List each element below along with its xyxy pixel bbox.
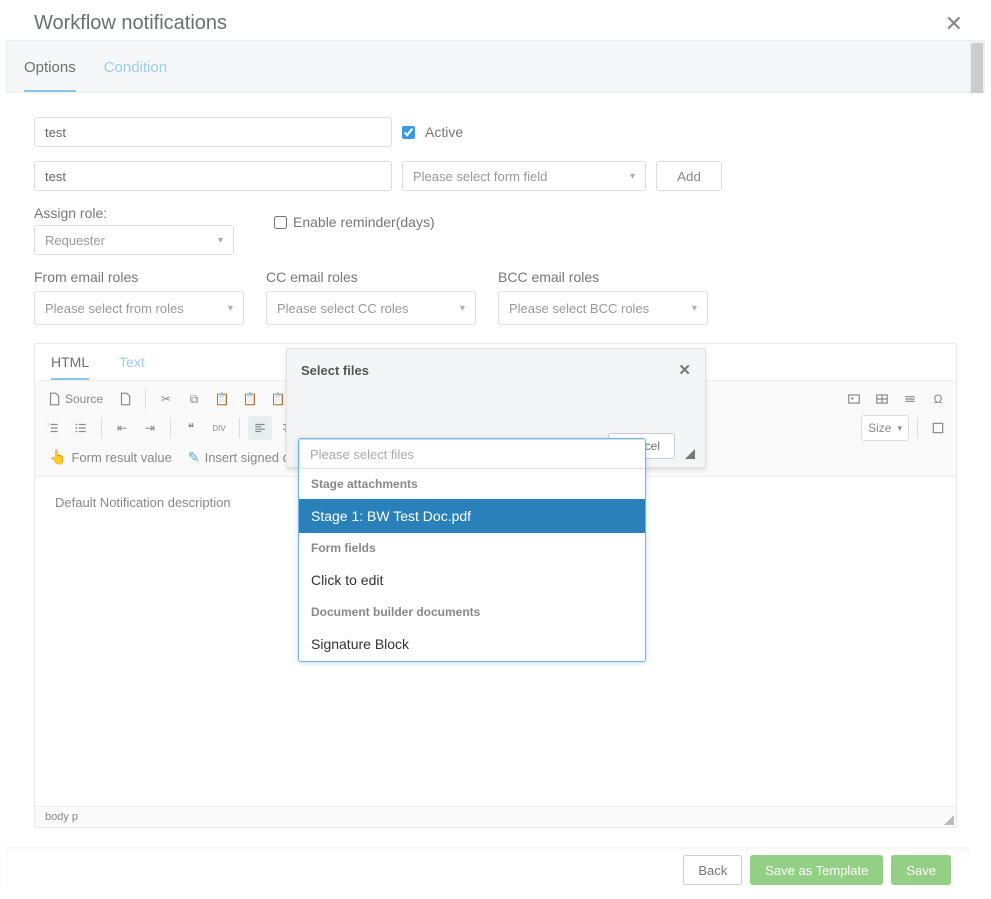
bcc-roles-select[interactable]: Please select BCC roles ▾ — [498, 291, 708, 325]
form-field-placeholder: Please select form field — [413, 169, 547, 184]
assign-role-value: Requester — [45, 233, 105, 248]
cc-roles-label: CC email roles — [266, 269, 476, 285]
assign-role-select[interactable]: Requester ▾ — [34, 225, 234, 255]
bcc-roles-placeholder: Please select BCC roles — [509, 301, 649, 316]
hr-icon[interactable] — [898, 387, 922, 411]
image-icon[interactable] — [842, 387, 866, 411]
assign-role-label: Assign role: — [34, 205, 234, 221]
table-icon[interactable] — [870, 387, 894, 411]
chevron-down-icon: ▾ — [228, 303, 233, 314]
editor-path: body p — [35, 807, 956, 827]
dropdown-group-header: Document builder documents — [299, 597, 645, 627]
cc-roles-select[interactable]: Please select CC roles ▾ — [266, 291, 476, 325]
editor-tab-html[interactable]: HTML — [51, 354, 89, 380]
tab-bar: Options Condition — [6, 41, 985, 93]
numbered-list-icon[interactable]: 1 — [41, 416, 65, 440]
enable-reminder-checkbox[interactable] — [274, 216, 287, 229]
paste-text-icon[interactable]: 📋 — [238, 387, 262, 411]
show-blocks-icon[interactable] — [926, 416, 950, 440]
assign-role-row: Assign role: Requester ▾ Enable reminder… — [34, 205, 957, 255]
dropdown-item[interactable]: Signature Block — [299, 627, 645, 661]
modal-header: Workflow notifications ✕ — [0, 0, 991, 45]
from-roles-label: From email roles — [34, 269, 244, 285]
subject-input[interactable] — [34, 161, 392, 191]
workflow-notifications-modal: Workflow notifications ✕ ▾ Options Condi… — [0, 0, 991, 899]
dropdown-group-header: Stage attachments — [299, 469, 645, 499]
close-icon[interactable]: ✕ — [945, 13, 963, 35]
files-dropdown: Stage attachmentsStage 1: BW Test Doc.pd… — [298, 438, 646, 662]
editor-tab-text[interactable]: Text — [119, 354, 145, 380]
cc-roles-placeholder: Please select CC roles — [277, 301, 409, 316]
save-button[interactable]: Save — [891, 855, 951, 885]
bcc-roles-label: BCC email roles — [498, 269, 708, 285]
modal-footer: Back Save as Template Save — [6, 847, 969, 893]
enable-reminder-label: Enable reminder(days) — [293, 214, 435, 230]
dropdown-group-header: Form fields — [299, 533, 645, 563]
paste-icon[interactable]: 📋 — [210, 387, 234, 411]
blockquote-icon[interactable]: ❝ — [179, 416, 203, 440]
size-select[interactable]: Size ▾ — [861, 415, 909, 441]
div-icon[interactable]: DIV — [207, 416, 231, 440]
svg-text:1: 1 — [47, 423, 49, 427]
add-button[interactable]: Add — [656, 161, 722, 191]
bullet-list-icon[interactable] — [69, 416, 93, 440]
outdent-icon[interactable]: ⇤ — [110, 416, 134, 440]
active-checkbox[interactable] — [402, 126, 415, 139]
chevron-down-icon: ▾ — [460, 303, 465, 314]
chevron-down-icon: ▾ — [630, 171, 635, 182]
save-as-template-button[interactable]: Save as Template — [750, 855, 883, 885]
from-roles-select[interactable]: Please select from roles ▾ — [34, 291, 244, 325]
new-page-icon[interactable] — [113, 387, 137, 411]
from-roles-placeholder: Please select from roles — [45, 301, 184, 316]
document-icon — [47, 392, 61, 406]
chevron-down-icon: ▾ — [897, 423, 902, 434]
align-left-icon[interactable] — [248, 416, 272, 440]
form-result-value-button[interactable]: 👆 Form result value — [49, 449, 172, 466]
dropdown-item[interactable]: Stage 1: BW Test Doc.pdf — [299, 499, 645, 533]
email-roles-row: From email roles Please select from role… — [34, 269, 957, 325]
insert-signed-doc-button[interactable]: ✎ Insert signed d — [188, 449, 290, 466]
resize-handle-icon[interactable] — [944, 815, 954, 825]
insert-icon: 👆 — [49, 449, 66, 466]
files-dropdown-search[interactable] — [299, 439, 646, 469]
form-field-select[interactable]: Please select form field ▾ — [402, 161, 646, 191]
cut-icon[interactable]: ✂ — [154, 387, 178, 411]
tab-condition[interactable]: Condition — [104, 59, 167, 92]
dropdown-item[interactable]: Click to edit — [299, 563, 645, 597]
chevron-down-icon: ▾ — [692, 303, 697, 314]
subject-row: Please select form field ▾ Add — [34, 161, 957, 191]
popup-resize-handle-icon[interactable] — [685, 449, 695, 459]
chevron-down-icon: ▾ — [218, 235, 223, 246]
active-label: Active — [425, 124, 463, 140]
source-button[interactable]: Source — [41, 387, 109, 411]
copy-icon[interactable]: ⧉ — [182, 387, 206, 411]
name-row: Active — [34, 117, 957, 147]
popup-title: Select files — [301, 363, 369, 378]
tab-options[interactable]: Options — [24, 59, 76, 92]
signature-icon: ✎ — [188, 449, 200, 466]
indent-icon[interactable]: ⇥ — [138, 416, 162, 440]
notification-name-input[interactable] — [34, 117, 392, 147]
modal-title: Workflow notifications — [34, 12, 227, 35]
back-button[interactable]: Back — [683, 855, 742, 885]
special-char-icon[interactable]: Ω — [926, 387, 950, 411]
popup-close-icon[interactable]: ✕ — [678, 361, 691, 379]
